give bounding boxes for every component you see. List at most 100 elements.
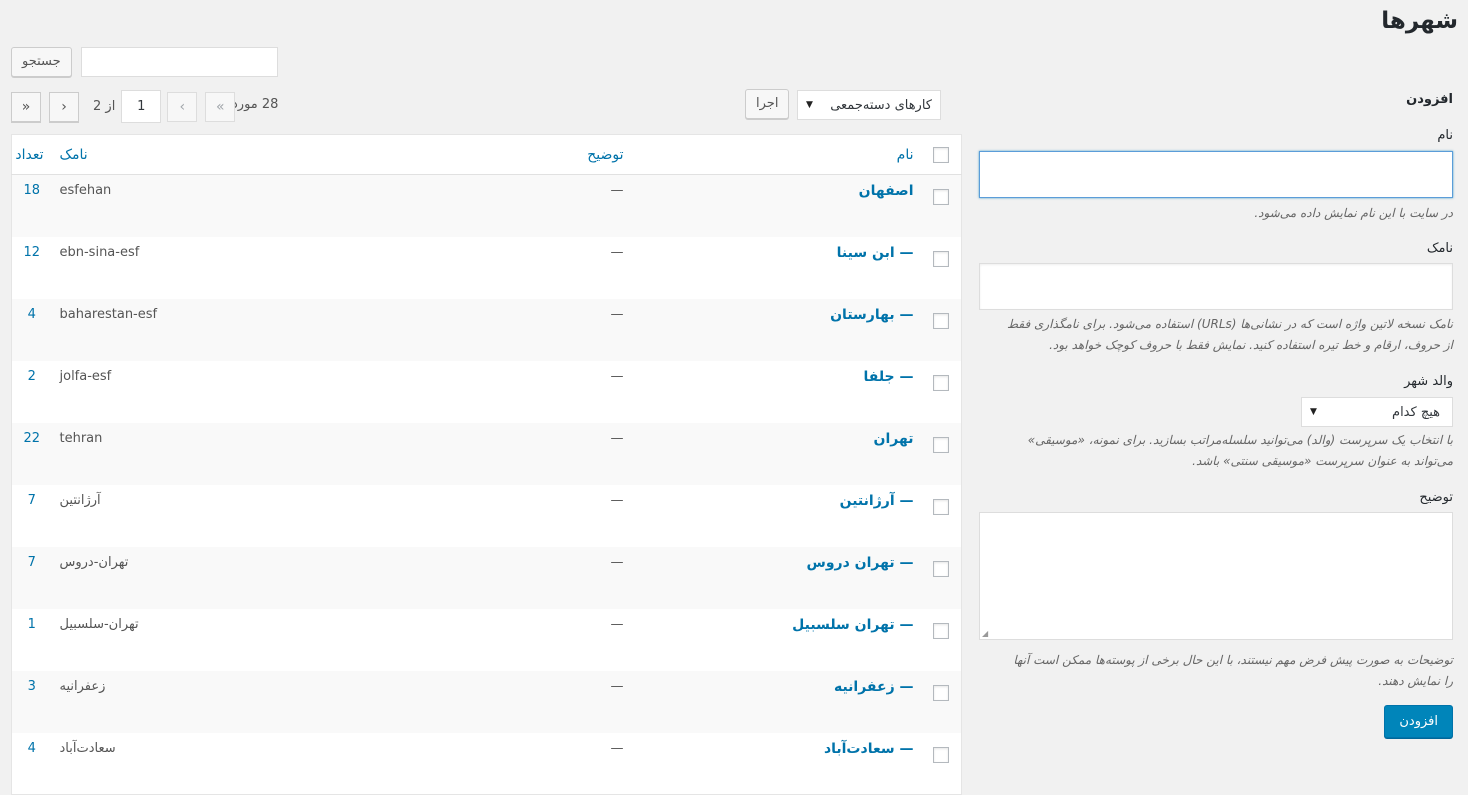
term-name-cell: — آرژانتین xyxy=(632,485,922,547)
term-count-link[interactable]: 12 xyxy=(12,237,52,299)
slug-input[interactable] xyxy=(979,263,1453,310)
description-hint: توضیحات به صورت پیش فرض مهم نیستند، با ا… xyxy=(963,650,1453,692)
term-name-link[interactable]: — بهارستان xyxy=(830,307,913,323)
first-page-icon: « xyxy=(205,91,236,122)
table-row: تهران — tehran 22 xyxy=(11,422,962,485)
description-label: توضیح xyxy=(1419,490,1453,505)
row-checkbox-cell xyxy=(922,237,962,299)
row-checkbox[interactable] xyxy=(933,684,950,701)
term-description: — xyxy=(610,678,624,694)
select-all-cell xyxy=(921,134,962,175)
slug-hint: نامک نسخه لاتین واژه است که در نشانی‌ها … xyxy=(963,314,1453,356)
term-count-link[interactable]: 7 xyxy=(12,485,52,547)
term-name-cell: — سعادت‌آباد xyxy=(632,733,922,795)
term-name-link[interactable]: — جلفا xyxy=(863,369,913,385)
table-row: — آرژانتین — آرژانتین 7 xyxy=(12,485,962,547)
pagination: » › از 2 1 ‹ « xyxy=(11,90,243,123)
table-row: — زعفرانیه — زعفرانیه 3 xyxy=(11,670,962,733)
term-description: — xyxy=(610,183,624,198)
table-header-row: نام توضیح نامک تعداد xyxy=(11,134,962,175)
slug-hint-line-2: از حروف، ارقام و خط تیره استفاده کنید. ن… xyxy=(1049,338,1453,352)
parent-hint: با انتخاب یک سرپرست (والد) می‌توانید سلس… xyxy=(963,430,1453,472)
search-button[interactable]: جستجو xyxy=(11,47,72,77)
term-name-link[interactable]: — سعادت‌آباد xyxy=(824,741,914,757)
column-count[interactable]: تعداد xyxy=(11,134,52,175)
term-count-link[interactable]: 22 xyxy=(12,423,52,485)
column-slug[interactable]: نامک xyxy=(51,134,342,175)
row-checkbox[interactable] xyxy=(933,622,950,639)
term-slug: jolfa-esf xyxy=(59,368,112,384)
row-checkbox[interactable] xyxy=(933,189,950,205)
term-count-link[interactable]: 4 xyxy=(12,299,52,361)
term-name-cell: تهران xyxy=(632,423,922,485)
term-description: — xyxy=(610,554,624,570)
term-description: — xyxy=(610,740,624,756)
term-name-cell: — ابن سینا xyxy=(632,237,922,299)
term-description: — xyxy=(610,492,624,508)
page-title: شهرها xyxy=(1381,8,1458,34)
row-checkbox-cell xyxy=(922,485,962,547)
term-slug: baharestan-esf xyxy=(59,306,158,322)
term-name-cell: — بهارستان xyxy=(632,299,922,361)
term-name-link[interactable]: — زعفرانیه xyxy=(834,679,914,695)
term-name-link[interactable]: — ابن سینا xyxy=(837,245,914,261)
parent-select[interactable]: هیچ کدام ▼ xyxy=(1301,397,1453,427)
row-checkbox[interactable] xyxy=(933,498,950,515)
term-count-link[interactable]: 1 xyxy=(12,609,52,671)
row-checkbox-cell xyxy=(922,671,962,733)
table-row: — سعادت‌آباد — سعادت‌آباد 4 xyxy=(12,733,962,795)
column-description[interactable]: توضیح xyxy=(341,134,632,175)
triangle-down-icon: ▼ xyxy=(1310,407,1317,417)
term-description: — xyxy=(610,244,624,260)
column-name[interactable]: نام xyxy=(631,134,922,175)
row-checkbox-cell xyxy=(922,423,962,485)
row-checkbox[interactable] xyxy=(933,312,950,329)
term-name-cell: — تهران دروس xyxy=(632,547,922,609)
bulk-actions-select[interactable]: کارهای دسته‌جمعی ▼ xyxy=(797,90,941,120)
row-checkbox[interactable] xyxy=(933,746,950,763)
select-all-checkbox[interactable] xyxy=(933,146,950,163)
row-checkbox[interactable] xyxy=(933,560,950,577)
search-input[interactable] xyxy=(81,47,278,77)
term-count-link[interactable]: 2 xyxy=(12,361,52,423)
row-checkbox-cell xyxy=(922,547,962,609)
term-slug: tehran xyxy=(59,430,103,446)
term-count-link[interactable]: 3 xyxy=(12,671,52,733)
table-row: — تهران دروس — تهران-دروس 7 xyxy=(11,546,962,609)
term-name-link[interactable]: — تهران سلسبیل xyxy=(792,617,913,633)
term-name-link[interactable]: تهران xyxy=(874,431,914,447)
term-name-cell: — زعفرانیه xyxy=(632,671,922,733)
parent-hint-line-2: می‌تواند به عنوان سرپرست «موسیقی سنتی» ب… xyxy=(1192,454,1453,468)
parent-label: والد شهر xyxy=(1404,374,1453,389)
description-hint-line-1: توضیحات به صورت پیش فرض مهم نیستند، با ا… xyxy=(1013,653,1453,667)
term-description: — xyxy=(610,616,624,632)
row-checkbox[interactable] xyxy=(933,374,950,391)
add-term-button[interactable]: افزودن xyxy=(1384,705,1453,738)
term-name-link[interactable]: — آرژانتین xyxy=(840,493,914,509)
terms-table: نام توضیح نامک تعداد اصفهان — esfehan 18— ا… xyxy=(11,134,962,795)
term-count-link[interactable]: 18 xyxy=(12,175,52,237)
page-of-text: از 2 xyxy=(93,99,116,114)
term-name-cell: — تهران سلسبیل xyxy=(632,609,922,671)
table-row: — تهران سلسبیل — تهران-سلسبیل 1 xyxy=(12,609,962,671)
table-row: — جلفا — jolfa-esf 2 xyxy=(12,361,962,423)
description-hint-line-2: را نمایش دهند. xyxy=(1378,674,1453,688)
row-checkbox-cell xyxy=(922,361,962,423)
add-term-form: افزودن نام در سایت با این نام نمایش داده… xyxy=(963,90,1453,750)
next-page-icon[interactable]: › xyxy=(49,91,79,122)
term-name-link[interactable]: اصفهان xyxy=(859,183,914,199)
last-page-icon[interactable]: » xyxy=(11,91,41,122)
name-input[interactable] xyxy=(979,151,1453,198)
row-checkbox-cell xyxy=(922,733,962,795)
row-checkbox[interactable] xyxy=(933,436,950,453)
resize-handle-icon[interactable]: ◢ xyxy=(982,629,988,638)
term-name-link[interactable]: — تهران دروس xyxy=(807,555,914,571)
term-count-link[interactable]: 4 xyxy=(12,733,52,795)
apply-button[interactable]: اجرا xyxy=(745,89,790,119)
description-textarea[interactable]: ◢ xyxy=(979,512,1453,640)
term-description: — xyxy=(610,306,624,322)
row-checkbox[interactable] xyxy=(933,250,950,267)
current-page-input[interactable]: 1 xyxy=(121,90,162,123)
term-name-cell: اصفهان xyxy=(632,175,922,237)
term-count-link[interactable]: 7 xyxy=(12,547,52,609)
